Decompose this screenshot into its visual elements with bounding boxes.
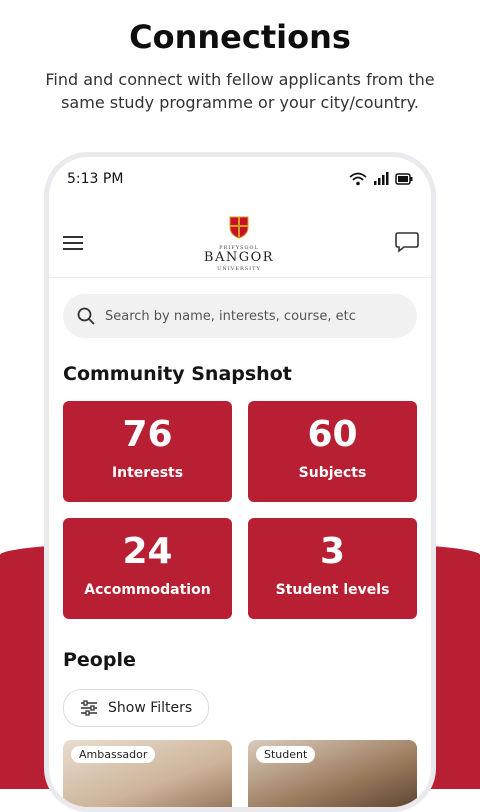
page-subtitle: Find and connect with fellow applicants …: [45, 70, 435, 112]
stat-label: Student levels: [275, 582, 390, 598]
stat-label: Subjects: [298, 465, 367, 481]
university-logo: PRIFYSGOL BANGOR UNIVERSITY: [199, 215, 279, 275]
status-icons: [349, 172, 413, 186]
status-time: 5:13 PM: [67, 171, 124, 187]
stat-card-interests[interactable]: 76 Interests: [63, 401, 232, 502]
wifi-icon: [349, 172, 367, 186]
logo-bottom-text: UNIVERSITY: [217, 266, 261, 272]
phone-frame: 5:13 PM PRIFYSGOL BANGOR UNIVERSITY Sear…: [44, 152, 436, 812]
stat-card-accommodation[interactable]: 24 Accommodation: [63, 518, 232, 619]
page-title: Connections: [129, 18, 351, 56]
search-bar[interactable]: Search by name, interests, course, etc: [63, 294, 417, 338]
stat-value: 76: [122, 414, 173, 455]
person-role-badge: Ambassador: [71, 746, 156, 763]
battery-icon: [395, 173, 413, 185]
show-filters-button[interactable]: Show Filters: [63, 689, 209, 727]
snapshot-title: Community Snapshot: [63, 363, 292, 385]
search-placeholder: Search by name, interests, course, etc: [105, 308, 356, 324]
people-title: People: [63, 649, 136, 671]
hamburger-menu-icon[interactable]: [63, 235, 83, 251]
person-role-badge: Student: [256, 746, 316, 763]
person-card-ambassador[interactable]: Ambassador: [63, 740, 232, 807]
chat-icon[interactable]: [395, 231, 419, 253]
stat-label: Accommodation: [84, 582, 211, 598]
stat-card-student-levels[interactable]: 3 Student levels: [248, 518, 417, 619]
crest-icon: [229, 216, 249, 239]
logo-main-text: BANGOR: [203, 250, 275, 265]
filters-icon: [81, 700, 97, 716]
stat-value: 24: [122, 531, 173, 572]
stat-card-subjects[interactable]: 60 Subjects: [248, 401, 417, 502]
stat-label: Interests: [111, 465, 184, 481]
person-card-student[interactable]: Student: [248, 740, 417, 807]
status-bar: 5:13 PM: [67, 169, 413, 189]
stat-value: 60: [307, 414, 358, 455]
search-icon: [77, 307, 95, 325]
app-header: PRIFYSGOL BANGOR UNIVERSITY: [49, 207, 431, 278]
signal-icon: [374, 172, 389, 185]
stat-value: 3: [319, 531, 346, 572]
show-filters-label: Show Filters: [108, 700, 193, 716]
